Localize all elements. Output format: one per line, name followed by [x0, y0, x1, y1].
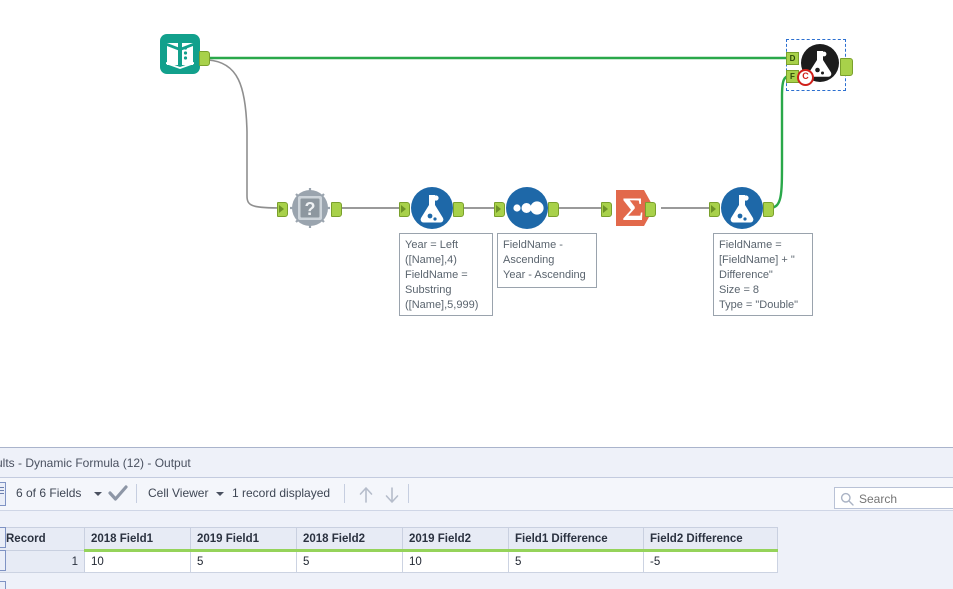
flask-icon: [411, 187, 453, 229]
column-header[interactable]: Field1 Difference: [508, 527, 644, 552]
view-mode-label[interactable]: Cell Viewer: [148, 486, 208, 500]
sort-dots-icon: [506, 187, 548, 229]
formula-2-output-anchor[interactable]: [763, 202, 774, 217]
results-panel: ults - Dynamic Formula (12) - Output 6 o…: [0, 447, 953, 589]
column-header[interactable]: Field2 Difference: [643, 527, 778, 552]
sort-annotation: FieldName - Ascending Year - Ascending: [497, 233, 597, 288]
table-row[interactable]: 1 10 5 5 10 5 -5: [0, 550, 778, 573]
question-stamp-icon: ?: [290, 188, 330, 228]
sort-input-anchor[interactable]: [494, 202, 505, 217]
dynamic-formula-d-port[interactable]: D: [786, 52, 799, 65]
formula-annotation: Year = Left ([Name],4) FieldName = Subst…: [399, 233, 493, 316]
table-header-row: Record 2018 Field1 2019 Field1 2018 Fiel…: [0, 527, 778, 552]
table-cell[interactable]: 10: [402, 550, 509, 573]
table-cell[interactable]: 5: [508, 550, 644, 573]
formula-tool[interactable]: [410, 186, 454, 230]
column-header[interactable]: 2019 Field1: [190, 527, 297, 552]
svg-text:Σ: Σ: [622, 192, 644, 228]
alteryx-designer-window: ? Σ D F C Year = Left ([Name],4) FieldNa…: [0, 0, 953, 589]
table-cell[interactable]: 5: [296, 550, 403, 573]
column-header[interactable]: 2018 Field1: [84, 527, 191, 552]
dynamic-formula-output-anchor[interactable]: [840, 58, 853, 76]
search-icon: [840, 492, 854, 506]
book-icon: [160, 34, 200, 74]
summarize-output-anchor[interactable]: [645, 202, 656, 217]
dynamic-formula-annotation: FieldName = [FieldName] + " Difference" …: [713, 233, 813, 316]
results-table: Record 2018 Field1 2019 Field1 2018 Fiel…: [0, 527, 778, 573]
toolbar-separator-2: [344, 484, 345, 503]
search-box[interactable]: [834, 487, 953, 509]
toolbar-separator-3: [408, 484, 409, 503]
workflow-canvas[interactable]: ? Σ D F C Year = Left ([Name],4) FieldNa…: [0, 0, 953, 447]
clipped-left-widget-bottom[interactable]: [0, 581, 6, 589]
view-mode-dropdown-caret[interactable]: [216, 492, 224, 496]
flask-icon: [721, 187, 763, 229]
results-titlebar: ults - Dynamic Formula (12) - Output: [0, 451, 953, 478]
column-header[interactable]: 2018 Field2: [296, 527, 403, 552]
field-info-input-anchor[interactable]: [277, 202, 288, 217]
fields-dropdown-caret[interactable]: [94, 492, 102, 496]
dynamic-formula-config-badge[interactable]: C: [797, 69, 814, 86]
column-header-record[interactable]: Record: [0, 527, 85, 551]
toolbar-separator-1: [136, 484, 137, 503]
fields-count-label[interactable]: 6 of 6 Fields: [16, 486, 81, 500]
field-info-tool[interactable]: ?: [288, 186, 332, 230]
cell-record: 1: [0, 550, 85, 573]
arrow-up-icon[interactable]: [356, 485, 376, 505]
record-count-label: 1 record displayed: [232, 486, 331, 500]
input-data-output-anchor[interactable]: [199, 51, 210, 66]
table-cell[interactable]: 5: [190, 550, 297, 573]
formula-1-input-anchor[interactable]: [399, 202, 410, 217]
table-cell[interactable]: 10: [84, 550, 191, 573]
formula-1-output-anchor[interactable]: [453, 202, 464, 217]
search-input[interactable]: [857, 491, 953, 507]
sort-tool[interactable]: [505, 186, 549, 230]
formula-tool[interactable]: [720, 186, 764, 230]
svg-text:?: ?: [305, 199, 316, 219]
summarize-input-anchor[interactable]: [601, 202, 612, 217]
table-cell[interactable]: -5: [643, 550, 778, 573]
column-header[interactable]: 2019 Field2: [402, 527, 509, 552]
results-grid[interactable]: Record 2018 Field1 2019 Field1 2018 Fiel…: [0, 527, 953, 573]
formula-2-input-anchor[interactable]: [709, 202, 720, 217]
checkmark-icon[interactable]: [108, 485, 128, 503]
input-data-tool[interactable]: [158, 32, 202, 76]
clipped-left-widget-top[interactable]: [0, 482, 6, 506]
arrow-down-icon[interactable]: [382, 485, 402, 505]
results-toolbar: 6 of 6 Fields Cell Viewer 1 record displ…: [0, 478, 953, 511]
sort-output-anchor[interactable]: [548, 202, 559, 217]
clipped-left-widget-header[interactable]: [0, 527, 6, 548]
field-info-output-anchor[interactable]: [331, 202, 342, 217]
clipped-left-widget-row[interactable]: [0, 550, 6, 571]
results-title: ults - Dynamic Formula (12) - Output: [0, 456, 191, 470]
